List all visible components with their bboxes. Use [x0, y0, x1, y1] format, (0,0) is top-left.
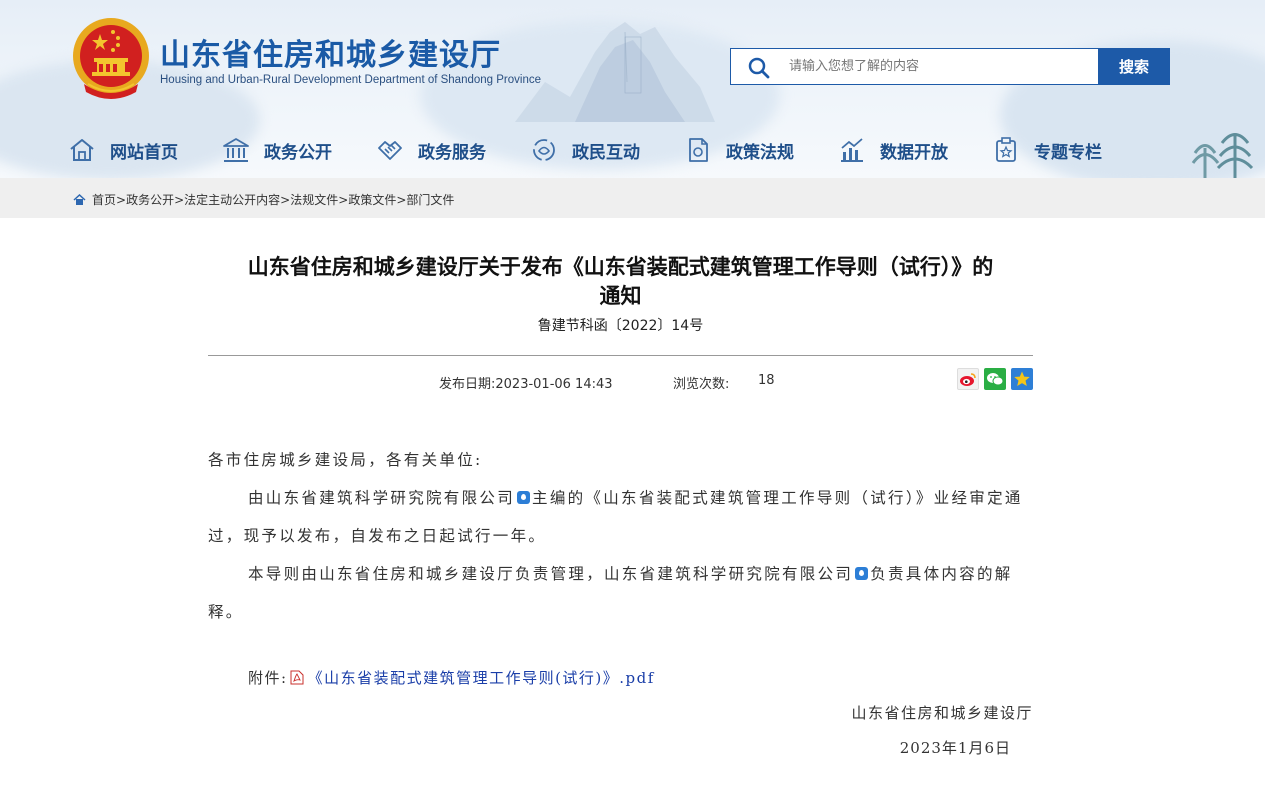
article-title: 山东省住房和城乡建设厅关于发布《山东省装配式建筑管理工作导则（试行）》的 通知 [208, 253, 1033, 311]
handshake-icon [378, 141, 402, 160]
document-number: 鲁建节科函〔2022〕14号 [537, 318, 704, 334]
breadcrumb-link-regulations[interactable]: 法规文件 [290, 191, 338, 208]
views-label: 浏览次数: [673, 377, 730, 392]
search-button[interactable]: 搜索 [1098, 48, 1170, 85]
site-title: 山东省住房和城乡建设厅 [160, 38, 501, 73]
signature: 山东省住房和城乡建设厅 [851, 704, 1033, 722]
weibo-icon[interactable] [957, 368, 979, 390]
signature-date: 2023年1月6日 [899, 739, 1011, 757]
views-count: 18 [758, 373, 775, 388]
breadcrumb-separator: > [116, 192, 127, 207]
nav-item-label: 专题专栏 [1034, 142, 1102, 163]
topic-column-icon [996, 137, 1016, 162]
search-icon [748, 57, 770, 79]
enterprise-info-icon[interactable] [855, 567, 869, 580]
search-input[interactable] [789, 49, 1089, 84]
nav-item-label: 政务服务 [418, 142, 486, 163]
attachment-label: 附件: [248, 669, 288, 687]
qzone-icon[interactable] [1011, 368, 1033, 390]
breadcrumb-separator: > [338, 192, 349, 207]
nav-item-home[interactable]: 网站首页 [68, 130, 178, 170]
policy-document-icon [689, 138, 708, 162]
paragraph-1: 由山东省建筑科学研究院有限公司 主编的《山东省装配式建筑管理工作导则（试行）》业经… [208, 479, 1033, 555]
article-body: 各市住房城乡建设局，各有关单位: 由山东省建筑科学研究院有限公司 主编的《山东省装… [208, 441, 1033, 631]
breadcrumb-link-policy-documents[interactable]: 政策文件 [348, 191, 396, 208]
paragraph-2: 本导则由山东省住房和城乡建设厅负责管理，山东省建筑科学研究院有限公司 负责具体内容… [208, 555, 1033, 631]
main-nav: 网站首页 政务公开 政务服务 政民互动 政策法规 数据开放 专题专栏 [68, 130, 1146, 170]
pdf-file-icon [290, 670, 304, 685]
mountain-illustration [515, 22, 715, 122]
nav-item-policies[interactable]: 政策法规 [684, 130, 794, 170]
nav-item-label: 网站首页 [110, 142, 178, 163]
search-box [730, 48, 1098, 85]
article-title-line1: 山东省住房和城乡建设厅关于发布《山东省装配式建筑管理工作导则（试行）》的 [247, 255, 994, 279]
salutation: 各市住房城乡建设局，各有关单位: [208, 451, 483, 469]
breadcrumb-separator: > [280, 192, 291, 207]
nav-item-public-interaction[interactable]: 政民互动 [530, 130, 640, 170]
nav-item-open-data[interactable]: 数据开放 [838, 130, 948, 170]
interaction-icon [533, 139, 555, 161]
breadcrumb-link-statutory-disclosure[interactable]: 法定主动公开内容 [184, 191, 280, 208]
site-subtitle-en: Housing and Urban-Rural Development Depa… [160, 74, 541, 86]
breadcrumb: 首页 > 政务公开 > 法定主动公开内容 > 法规文件 > 政策文件 > 部门文件 [73, 191, 454, 208]
pine-trees-illustration [1191, 133, 1254, 178]
article-meta: 发布日期:2023-01-06 14:43 浏览次数: 18 [208, 356, 1033, 406]
publish-date: 发布日期:2023-01-06 14:43 [439, 377, 613, 392]
breadcrumb-bar: 首页 > 政务公开 > 法定主动公开内容 > 法规文件 > 政策文件 > 部门文件 [0, 178, 1265, 218]
attachment: 附件: 《山东省装配式建筑管理工作导则(试行)》.pdf [208, 667, 1033, 688]
nav-item-government-services[interactable]: 政务服务 [376, 130, 486, 170]
nav-item-label: 政务公开 [264, 142, 332, 163]
government-building-icon [223, 138, 249, 162]
site-header: 山东省住房和城乡建设厅 Housing and Urban-Rural Deve… [0, 0, 1265, 178]
breadcrumb-separator: > [396, 192, 407, 207]
share-buttons [952, 368, 1033, 390]
search-bar: 搜索 [730, 48, 1170, 85]
wechat-icon[interactable] [984, 368, 1006, 390]
attachment-link[interactable]: 《山东省装配式建筑管理工作导则(试行)》.pdf [308, 667, 655, 688]
nav-item-government-affairs[interactable]: 政务公开 [222, 130, 332, 170]
nav-item-label: 政策法规 [726, 142, 794, 163]
breadcrumb-separator: > [174, 192, 185, 207]
breadcrumb-link-department-documents[interactable]: 部门文件 [406, 191, 454, 208]
national-emblem-logo [73, 18, 149, 99]
paragraph-text: 由山东省建筑科学研究院有限公司 [248, 489, 516, 507]
nav-item-label: 政民互动 [572, 142, 640, 163]
paragraph-text: 本导则由山东省住房和城乡建设厅负责管理，山东省建筑科学研究院有限公司 [248, 565, 854, 583]
data-chart-icon [841, 138, 863, 162]
enterprise-info-icon[interactable] [517, 491, 531, 504]
nav-item-label: 数据开放 [880, 142, 948, 163]
breadcrumb-link-home[interactable]: 首页 [92, 191, 116, 208]
nav-item-special-topics[interactable]: 专题专栏 [992, 130, 1102, 170]
home-icon [70, 139, 94, 161]
home-icon [73, 193, 86, 205]
article: 山东省住房和城乡建设厅关于发布《山东省装配式建筑管理工作导则（试行）》的 通知 … [208, 218, 1033, 758]
breadcrumb-link-government-affairs[interactable]: 政务公开 [126, 191, 174, 208]
article-title-line2: 通知 [599, 284, 642, 308]
